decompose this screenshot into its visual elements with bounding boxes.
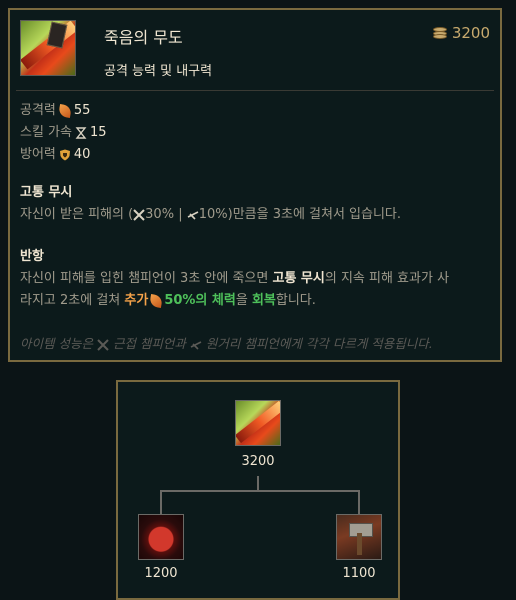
stat-value: 15 xyxy=(89,125,107,140)
text: 원거리 챔피언에게 각각 다르게 적용됩니다. xyxy=(205,336,433,351)
stat-label: 공격력 xyxy=(20,103,56,118)
attack-damage-icon xyxy=(57,104,72,118)
divider xyxy=(16,90,494,91)
text: 근접 챔피언과 xyxy=(112,336,186,351)
melee-icon xyxy=(133,208,145,221)
item-header: 죽음의 무도 공격 능력 및 내구력 3200 xyxy=(10,10,500,92)
stats-list: 공격력 55 스킬 가속 15 방어력 40 xyxy=(20,100,107,166)
ranged-icon xyxy=(190,340,202,350)
passive-title: 고통 무시 xyxy=(20,185,73,200)
tree-connector xyxy=(160,490,360,492)
build-tree: 3200 1200 1100 xyxy=(116,380,400,600)
stat-value: 55 xyxy=(73,103,91,118)
child-price: 1100 xyxy=(342,566,376,581)
item-subtitle: 공격 능력 및 내구력 xyxy=(104,64,213,79)
stat-label: 스킬 가속 xyxy=(20,125,72,140)
item-tooltip: 죽음의 무도 공격 능력 및 내구력 3200 공격력 55 스킬 가속 15 … xyxy=(8,8,502,362)
stat-row: 방어력 40 xyxy=(20,144,107,166)
caulfields-warhammer-icon[interactable] xyxy=(336,514,382,560)
attack-damage-icon xyxy=(149,293,164,308)
ability-haste-icon xyxy=(75,127,87,139)
text: 을 xyxy=(235,293,252,308)
child-price: 1200 xyxy=(144,566,178,581)
passive-section: 고통 무시 자신이 받은 피해의 ( 30% | 10%)만큼을 3초에 걸쳐서 … xyxy=(20,182,496,226)
ranged-icon xyxy=(187,210,199,220)
item-price: 3200 xyxy=(432,24,490,42)
passive-section: 반항 자신이 피해를 입힌 챔피언이 3초 안에 죽으면 고통 무시의 지속 피… xyxy=(20,246,496,312)
item-name: 죽음의 무도 xyxy=(104,28,183,47)
heal-keyword: 회복 xyxy=(251,293,276,308)
text: | xyxy=(174,207,187,222)
passive-title: 반항 xyxy=(20,249,44,264)
bonus-keyword: 추가 xyxy=(124,293,149,308)
gold-icon xyxy=(432,27,447,39)
text: 라지고 2초에 걸쳐 xyxy=(20,293,125,308)
stat-row: 스킬 가속 15 xyxy=(20,122,107,144)
passive-description: 자신이 받은 피해의 ( 30% | 10%)만큼을 3초에 걸쳐서 입습니다. xyxy=(20,204,496,226)
executioners-calling-icon[interactable] xyxy=(138,514,184,560)
text: 자신이 피해를 입힌 챔피언이 3초 안에 죽으면 xyxy=(20,271,273,286)
item-note: 아이템 성능은 근접 챔피언과 원거리 챔피언에게 각각 다르게 적용됩니다. xyxy=(20,333,433,352)
stat-label: 방어력 xyxy=(20,147,56,162)
death-dance-icon[interactable] xyxy=(235,400,281,446)
tree-connector xyxy=(160,490,162,514)
passive-description: 자신이 피해를 입힌 챔피언이 3초 안에 죽으면 고통 무시의 지속 피해 효… xyxy=(20,268,496,312)
armor-icon xyxy=(59,149,70,161)
price-value: 3200 xyxy=(451,24,490,42)
heal-amount: 50%의 체력 xyxy=(164,293,236,308)
root-price: 3200 xyxy=(241,454,275,469)
text: 아이템 성능은 xyxy=(20,336,93,351)
melee-value: 30% xyxy=(145,207,175,222)
keyword: 고통 무시 xyxy=(272,271,325,286)
text: )만큼을 3초에 걸쳐서 입습니다. xyxy=(227,207,402,222)
stat-row: 공격력 55 xyxy=(20,100,107,122)
tree-connector xyxy=(358,490,360,514)
death-dance-icon[interactable] xyxy=(20,20,76,76)
ranged-value: 10% xyxy=(198,207,228,222)
text: 자신이 받은 피해의 ( xyxy=(20,207,134,222)
text: 합니다. xyxy=(275,293,316,308)
stat-value: 40 xyxy=(73,147,91,162)
text: 의 지속 피해 효과가 사 xyxy=(324,271,450,286)
melee-icon xyxy=(97,338,109,351)
tree-connector xyxy=(257,476,259,490)
